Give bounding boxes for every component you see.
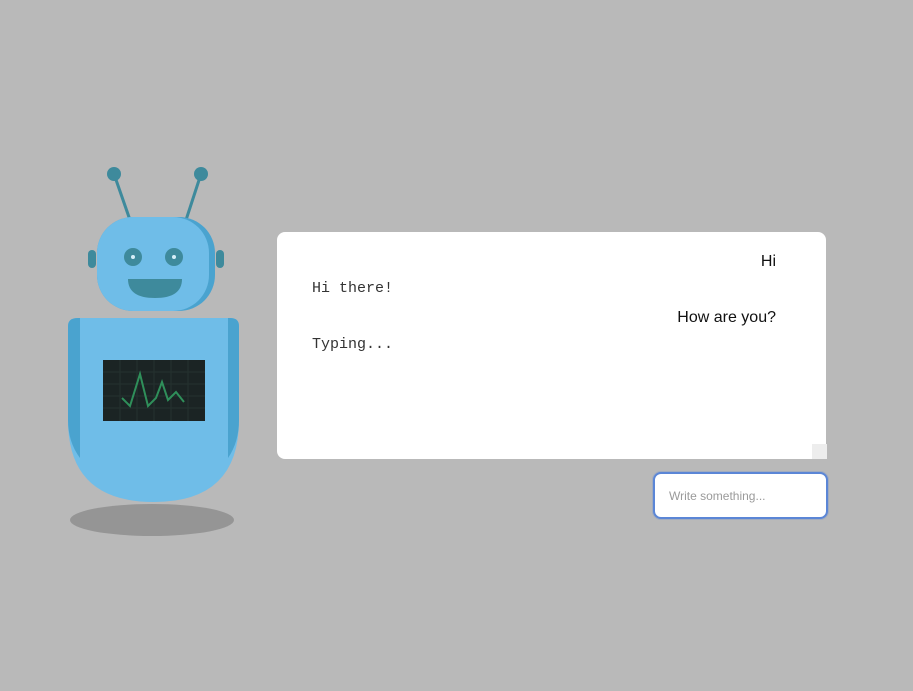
- left-antenna: [112, 173, 132, 221]
- resize-handle[interactable]: [812, 444, 827, 459]
- app-stage: Hi Hi there! How are you? Typing...: [0, 0, 913, 691]
- right-antenna-tip: [194, 167, 208, 181]
- message-user: How are you?: [677, 309, 776, 326]
- message-bot: Hi there!: [312, 280, 394, 297]
- left-antenna-tip: [107, 167, 121, 181]
- right-ear: [216, 250, 224, 268]
- right-antenna: [184, 173, 203, 221]
- typing-indicator: Typing...: [312, 336, 394, 353]
- robot-shadow: [70, 504, 234, 536]
- message-user: Hi: [760, 253, 776, 270]
- robot-illustration: [60, 160, 250, 540]
- message-input[interactable]: [653, 472, 828, 519]
- chat-window: Hi Hi there! How are you? Typing...: [277, 232, 827, 459]
- left-ear: [88, 250, 96, 268]
- robot-icon: [68, 167, 239, 536]
